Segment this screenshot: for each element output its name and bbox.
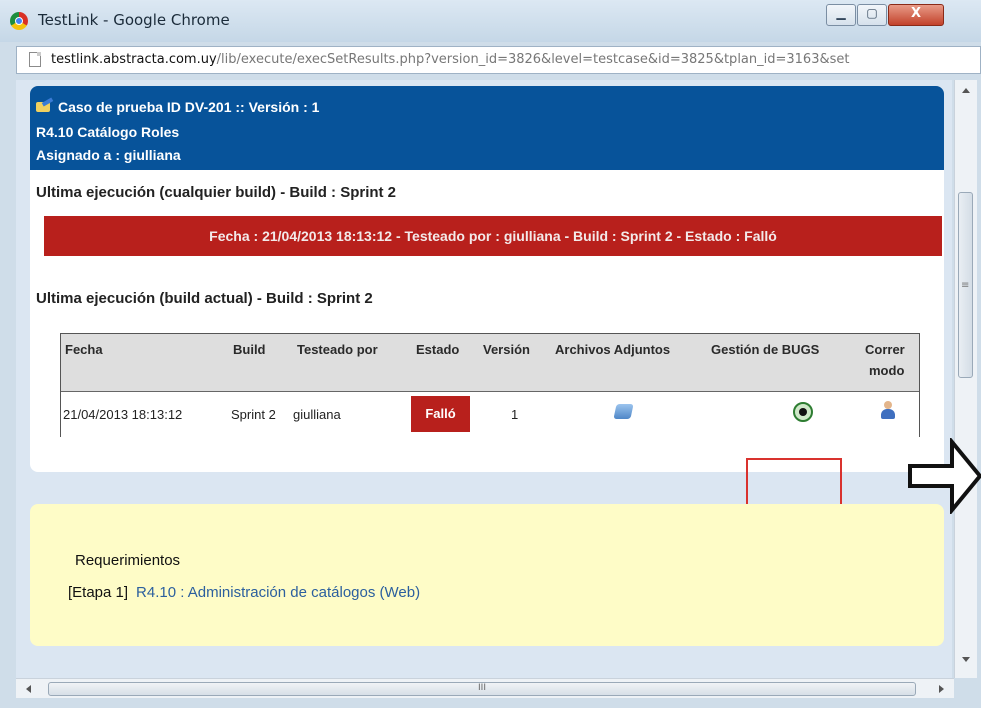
- minimize-icon: ▁: [836, 6, 846, 20]
- testcase-name: R4.10 Catálogo Roles: [36, 124, 180, 140]
- header-testeado-por: Testeado por: [297, 342, 378, 357]
- page-icon: [29, 52, 41, 67]
- status-badge: Falló: [411, 396, 470, 432]
- bug-icon[interactable]: [793, 402, 813, 422]
- scroll-right-arrow-icon[interactable]: [939, 685, 944, 693]
- cell-build: Sprint 2: [231, 407, 276, 422]
- close-button[interactable]: X: [888, 4, 944, 26]
- last-execution-current-build-heading: Ultima ejecución (build actual) - Build …: [36, 290, 373, 307]
- header-correr: Correr: [865, 342, 905, 357]
- scroll-left-arrow-icon[interactable]: [26, 685, 31, 693]
- execution-results-table: Fecha Build Testeado por Estado Versión …: [60, 333, 920, 437]
- requirement-item: [Etapa 1] R4.10 : Administración de catál…: [68, 584, 420, 601]
- maximize-icon: ▢: [866, 6, 878, 20]
- scroll-grip-icon: ≡: [961, 280, 970, 291]
- pointer-arrow-icon: [908, 436, 981, 516]
- last-execution-any-build-heading: Ultima ejecución (cualquier build) - Bui…: [36, 184, 397, 201]
- requirements-title: Requerimientos: [75, 552, 181, 569]
- header-version: Versión: [483, 342, 530, 357]
- minimize-button[interactable]: ▁: [826, 4, 856, 26]
- header-archivos-adjuntos: Archivos Adjuntos: [555, 342, 671, 357]
- horizontal-scroll-thumb[interactable]: III: [48, 682, 916, 696]
- page-viewport: Caso de prueba ID DV-201 :: Versión : 1 …: [16, 80, 952, 678]
- browser-window: TestLink - Google Chrome ▁ ▢ X testlink.…: [0, 0, 981, 708]
- chrome-logo-icon: [10, 12, 28, 30]
- testcase-title: Caso de prueba ID DV-201 :: Versión : 1: [58, 99, 320, 115]
- scroll-down-arrow-icon[interactable]: [962, 657, 970, 662]
- requirement-link[interactable]: R4.10 : Administración de catálogos (Web…: [136, 584, 420, 601]
- header-fecha: Fecha: [65, 342, 103, 357]
- cell-testeado-por: giulliana: [293, 407, 341, 422]
- window-title: TestLink - Google Chrome: [38, 11, 230, 29]
- table-row: 21/04/2013 18:13:12 Sprint 2 giulliana F…: [61, 391, 919, 437]
- header-modo: modo: [869, 363, 905, 378]
- execution-panel: Ultima ejecución (cualquier build) - Bui…: [30, 170, 944, 472]
- table-header-row: Fecha Build Testeado por Estado Versión …: [61, 334, 919, 391]
- cell-fecha: 21/04/2013 18:13:12: [63, 407, 183, 422]
- attachment-icon[interactable]: [613, 404, 634, 419]
- header-estado: Estado: [416, 342, 460, 357]
- testcase-title-line: Caso de prueba ID DV-201 :: Versión : 1: [36, 99, 319, 115]
- url-host: testlink.abstracta.com.uy: [51, 52, 217, 67]
- address-bar[interactable]: testlink.abstracta.com.uy/lib/execute/ex…: [16, 46, 981, 74]
- cell-version: 1: [511, 407, 519, 422]
- url-path: /lib/execute/execSetResults.php?version_…: [216, 52, 850, 67]
- requirements-panel: Requerimientos [Etapa 1] R4.10 : Administ…: [30, 504, 944, 646]
- last-execution-status-banner: Fecha : 21/04/2013 18:13:12 - Testeado p…: [44, 216, 942, 256]
- header-build: Build: [233, 342, 266, 357]
- user-icon[interactable]: [881, 401, 895, 421]
- url-text[interactable]: testlink.abstracta.com.uy/lib/execute/ex…: [51, 52, 849, 67]
- window-bottom-border: [0, 698, 981, 708]
- vertical-scrollbar[interactable]: ≡: [954, 80, 977, 678]
- edit-pencil-icon[interactable]: [36, 100, 53, 113]
- header-gestion-bugs: Gestión de BUGS: [711, 342, 820, 357]
- title-bar: TestLink - Google Chrome ▁ ▢ X: [0, 0, 981, 42]
- close-icon: X: [910, 6, 922, 21]
- scroll-up-arrow-icon[interactable]: [962, 88, 970, 93]
- requirement-step: [Etapa 1]: [68, 584, 129, 601]
- testcase-header: Caso de prueba ID DV-201 :: Versión : 1 …: [30, 86, 944, 170]
- testcase-assigned: Asignado a : giulliana: [36, 147, 181, 163]
- horizontal-scrollbar[interactable]: III: [16, 678, 954, 699]
- maximize-button[interactable]: ▢: [857, 4, 887, 26]
